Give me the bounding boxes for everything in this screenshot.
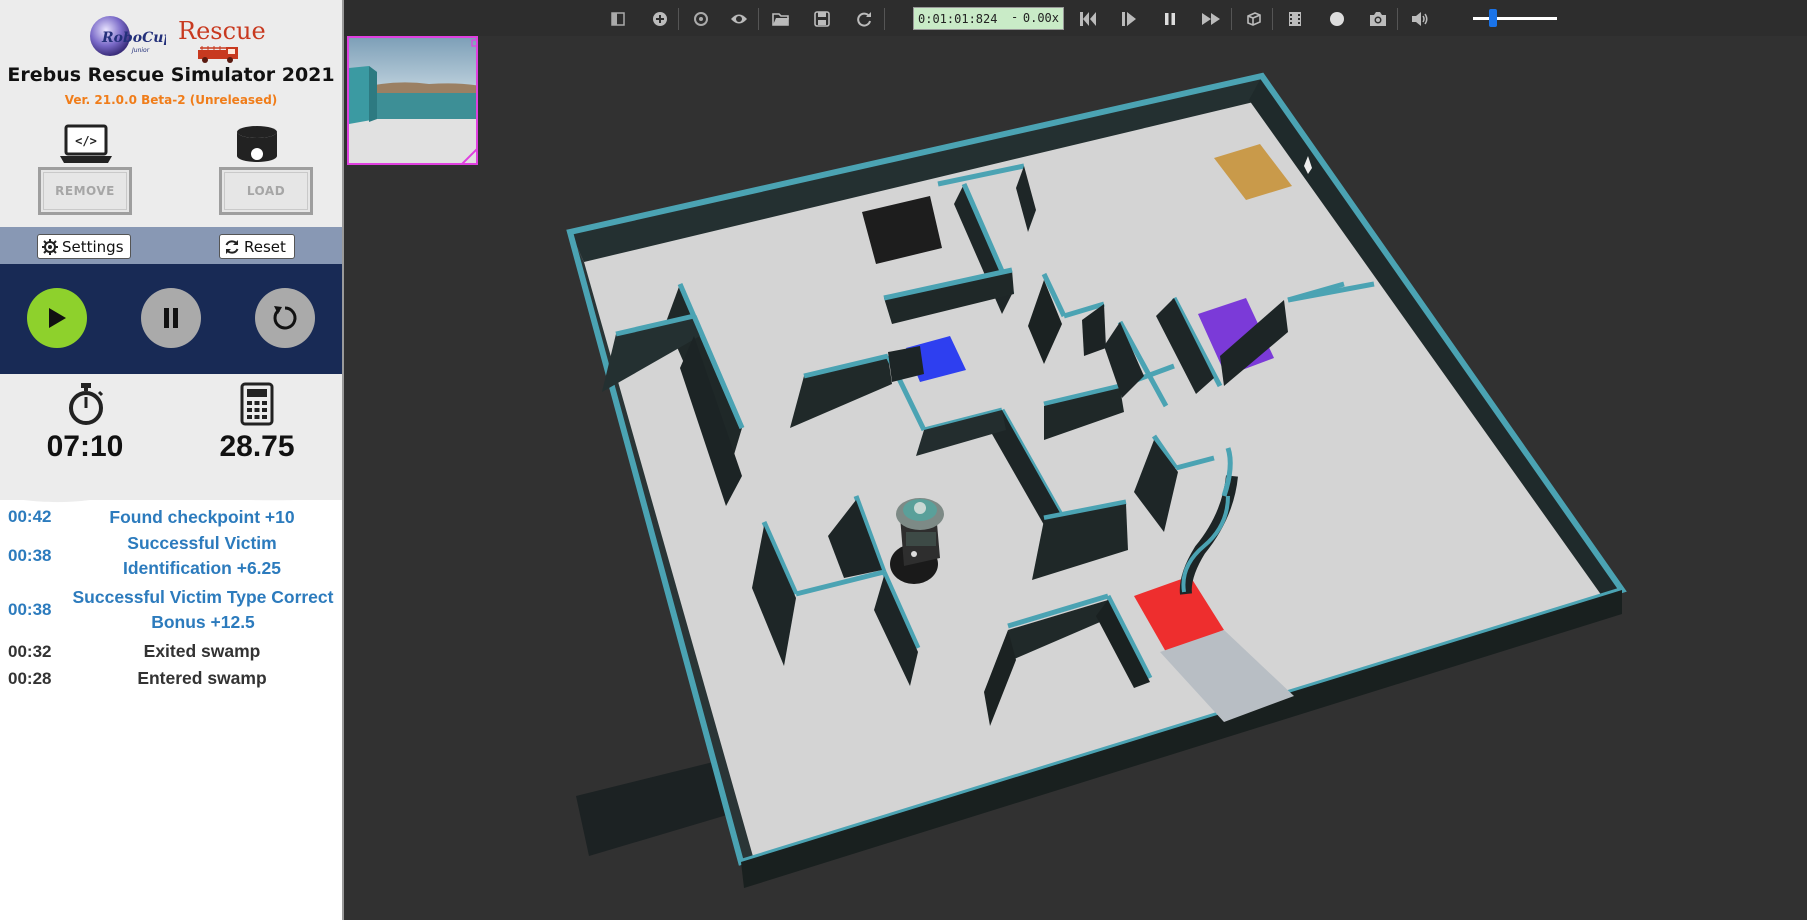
separator xyxy=(884,8,885,30)
stats-area: 07:10 28.75 xyxy=(0,374,342,500)
log-time: 00:42 xyxy=(8,507,52,526)
log-row: 00:42 Found checkpoint +10 xyxy=(0,504,342,530)
simulation-viewport[interactable]: 0:01:01:824 - 0.00x xyxy=(344,0,1807,920)
separator xyxy=(1231,8,1232,30)
log-message: Successful Victim Type Correct Bonus +12… xyxy=(72,587,334,632)
fire-truck-icon xyxy=(198,46,238,63)
step-icon[interactable] xyxy=(1119,9,1139,29)
log-message: Exited swamp xyxy=(143,641,261,661)
app-version: Ver. 21.0.0 Beta-2 (Unreleased) xyxy=(64,93,278,107)
svg-text:Junior: Junior xyxy=(131,47,150,54)
log-message: Entered swamp xyxy=(137,668,267,688)
sim-time: 0:01:01:824 xyxy=(918,11,998,26)
reset-viewpoint-icon[interactable] xyxy=(691,9,711,29)
pause-icon xyxy=(164,308,178,328)
gear-icon xyxy=(42,238,58,255)
stopwatch-icon xyxy=(69,383,104,425)
panel-header: RoboCup Junior Rescue Erebus Rescue Simu xyxy=(0,0,342,227)
film-icon[interactable] xyxy=(1285,9,1305,29)
volume-slider-track[interactable] xyxy=(1473,17,1557,20)
open-folder-icon[interactable] xyxy=(771,9,791,29)
reset-label: Reset xyxy=(244,237,286,256)
separator xyxy=(678,8,679,30)
laptop-code-icon: </> xyxy=(60,124,112,163)
separator xyxy=(758,8,759,30)
reset-button[interactable]: Reset xyxy=(219,234,295,259)
webots-toolbar: 0:01:01:824 - 0.00x xyxy=(344,0,1807,36)
score-value: 28.75 xyxy=(219,430,295,463)
log-time: 00:38 xyxy=(8,546,52,565)
settings-button[interactable]: Settings xyxy=(37,234,131,259)
robocup-junior-logo: RoboCup Junior xyxy=(90,16,166,56)
log-row: 00:28 Entered swamp xyxy=(0,665,342,692)
rescue-logo: Rescue xyxy=(178,18,266,66)
app-title: Erebus Rescue Simulator 2021 xyxy=(7,64,335,86)
restart-icon xyxy=(273,306,297,330)
separator xyxy=(1272,8,1273,30)
remove-button-label: REMOVE xyxy=(43,172,127,210)
play-icon xyxy=(49,308,66,328)
scene-tree-icon[interactable] xyxy=(608,9,628,29)
add-node-icon[interactable] xyxy=(650,9,670,29)
logo-area: RoboCup Junior Rescue xyxy=(0,8,342,63)
play-button[interactable] xyxy=(27,288,87,348)
sim-controls xyxy=(0,264,342,374)
log-message: Successful Victim Identification +6.25 xyxy=(122,533,282,578)
eye-icon[interactable] xyxy=(729,9,749,29)
log-row: 00:32 Exited swamp xyxy=(0,638,342,665)
robot-load-icon xyxy=(237,126,277,162)
pause-button[interactable] xyxy=(141,288,201,348)
settings-bar: Settings Reset xyxy=(0,227,342,264)
reload-icon[interactable] xyxy=(854,9,874,29)
reset-simulation-icon[interactable] xyxy=(1078,9,1098,29)
sync-icon xyxy=(225,239,239,254)
load-button-label: LOAD xyxy=(224,172,308,210)
maze-scene xyxy=(566,72,1627,888)
svg-text:</>: </> xyxy=(75,134,97,148)
log-row: 00:38 Successful Victim Type Correct Bon… xyxy=(0,582,342,638)
log-message: Found checkpoint +10 xyxy=(109,506,295,527)
rendering-icon[interactable] xyxy=(1244,9,1264,29)
timer-value: 07:10 xyxy=(46,430,124,463)
simulation-time-display: 0:01:01:824 - 0.00x xyxy=(913,7,1064,30)
separator xyxy=(1397,8,1398,30)
svg-text:RoboCup: RoboCup xyxy=(101,30,166,46)
record-icon[interactable] xyxy=(1327,9,1347,29)
log-time: 00:28 xyxy=(8,668,52,688)
fast-forward-icon[interactable] xyxy=(1201,9,1221,29)
pause-sim-icon[interactable] xyxy=(1160,9,1180,29)
log-time: 00:38 xyxy=(8,600,52,619)
calculator-icon xyxy=(240,382,274,426)
control-panel: RoboCup Junior Rescue Erebus Rescue Simu xyxy=(0,0,344,920)
settings-label: Settings xyxy=(62,237,124,256)
volume-slider-handle[interactable] xyxy=(1489,9,1497,27)
volume-icon[interactable] xyxy=(1410,9,1430,29)
time-separator: - xyxy=(1011,10,1019,24)
sim-speed: 0.00x xyxy=(1022,11,1059,25)
log-time: 00:32 xyxy=(8,641,52,661)
save-icon[interactable] xyxy=(812,9,832,29)
load-button[interactable]: LOAD xyxy=(219,167,313,215)
restart-button[interactable] xyxy=(255,288,315,348)
camera-icon[interactable] xyxy=(1368,9,1388,29)
log-row: 00:38 Successful Victim Identification +… xyxy=(0,530,342,582)
remove-button[interactable]: REMOVE xyxy=(38,167,132,215)
event-log: 00:42 Found checkpoint +10 00:38 Success… xyxy=(0,504,342,692)
